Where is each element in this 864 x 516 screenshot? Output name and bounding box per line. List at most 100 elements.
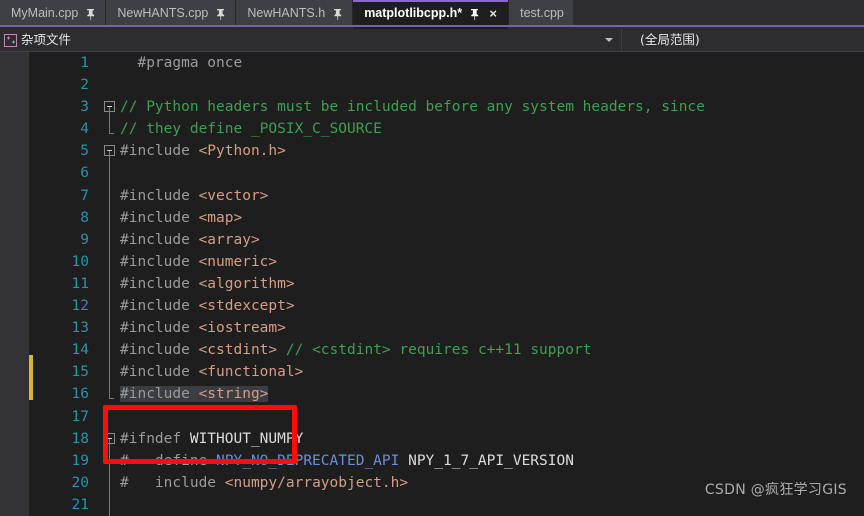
fold-region-line xyxy=(102,162,120,184)
line-number: 16 xyxy=(29,383,102,405)
code-text: #include <map> xyxy=(120,207,864,229)
code-line[interactable]: 4// they define _POSIX_C_SOURCE xyxy=(29,118,864,140)
line-number: 11 xyxy=(29,273,102,295)
code-text: #include <stdexcept> xyxy=(120,295,864,317)
code-line[interactable]: 5 #include <Python.h> xyxy=(29,140,864,162)
code-token: #ifndef xyxy=(120,431,190,447)
scope-dropdown[interactable]: 杂项文件 xyxy=(0,29,622,51)
code-line[interactable]: 17 xyxy=(29,406,864,428)
line-number: 12 xyxy=(29,295,102,317)
code-token: <vector> xyxy=(199,188,269,204)
code-line[interactable]: 7 #include <vector> xyxy=(29,185,864,207)
code-token: <Python.h> xyxy=(199,143,286,159)
code-text: #include <cstdint> // <cstdint> requires… xyxy=(120,339,864,361)
csdn-watermark: CSDN @疯狂学习GIS xyxy=(705,479,847,499)
member-dropdown[interactable]: (全局范围) xyxy=(622,29,864,51)
code-line[interactable]: 8#include <map> xyxy=(29,207,864,229)
code-line[interactable]: 19# define NPY_NO_DEPRECATED_API NPY_1_7… xyxy=(29,450,864,472)
code-text: #include <iostream> xyxy=(120,317,864,339)
tab-label: test.cpp xyxy=(520,7,564,20)
code-line[interactable]: 6 xyxy=(29,162,864,184)
close-icon[interactable]: × xyxy=(487,8,499,20)
fold-collapse-icon[interactable] xyxy=(102,428,120,450)
tab-matplotlibcpp-h[interactable]: matplotlibcpp.h* × xyxy=(353,0,509,27)
code-token: #include xyxy=(120,143,199,159)
pin-icon[interactable] xyxy=(215,8,226,20)
editor-navigation-bar: 杂项文件 (全局范围) xyxy=(0,29,864,52)
fold-collapse-icon[interactable] xyxy=(102,96,120,118)
code-line[interactable]: 2 xyxy=(29,74,864,96)
code-text: #pragma once xyxy=(120,52,864,74)
code-token: NPY_NO_DEPRECATED_API xyxy=(216,453,408,469)
tab-mymain-cpp[interactable]: MyMain.cpp xyxy=(0,0,106,27)
code-token: #include xyxy=(120,276,199,292)
pin-icon[interactable] xyxy=(332,8,343,20)
code-token: # define xyxy=(120,453,216,469)
code-token: <numeric> xyxy=(199,254,278,270)
fold-region-line xyxy=(102,472,120,494)
line-number: 15 xyxy=(29,361,102,383)
indicator-margin[interactable] xyxy=(0,52,29,516)
code-token: #include xyxy=(120,364,199,380)
chevron-down-icon[interactable] xyxy=(605,38,613,42)
line-number: 13 xyxy=(29,317,102,339)
code-token: <iostream> xyxy=(199,320,286,336)
line-number: 5 xyxy=(29,140,102,162)
code-line[interactable]: 10#include <numeric> xyxy=(29,251,864,273)
fold-margin-empty xyxy=(102,52,120,74)
code-token: #include xyxy=(120,342,199,358)
code-text: # define NPY_NO_DEPRECATED_API NPY_1_7_A… xyxy=(120,450,864,472)
fold-collapse-icon[interactable] xyxy=(102,140,120,162)
code-line[interactable]: 1 #pragma once xyxy=(29,52,864,74)
code-line[interactable]: 9#include <array> xyxy=(29,229,864,251)
member-dropdown-label: (全局范围) xyxy=(640,34,700,47)
line-number: 20 xyxy=(29,472,102,494)
pin-icon[interactable] xyxy=(469,8,480,20)
pin-icon[interactable] xyxy=(85,8,96,20)
fold-region-line xyxy=(102,229,120,251)
code-text: #include <Python.h> xyxy=(120,140,864,162)
code-line[interactable]: 3// Python headers must be included befo… xyxy=(29,96,864,118)
line-number: 3 xyxy=(29,96,102,118)
code-editor[interactable]: 1 #pragma once23// Python headers must b… xyxy=(0,52,864,516)
code-token: <functional> xyxy=(199,364,304,380)
tab-newhants-cpp[interactable]: NewHANTS.cpp xyxy=(106,0,236,27)
code-line[interactable]: 13 #include <iostream> xyxy=(29,317,864,339)
fold-region-line xyxy=(102,361,120,383)
tab-newhants-h[interactable]: NewHANTS.h xyxy=(236,0,353,27)
code-token: #include xyxy=(120,254,199,270)
code-token: <cstdint> xyxy=(199,342,286,358)
fold-region-end-icon xyxy=(102,118,120,140)
code-text: #include <functional> xyxy=(120,361,864,383)
code-line[interactable]: 12 #include <stdexcept> xyxy=(29,295,864,317)
tab-label: NewHANTS.cpp xyxy=(117,7,208,20)
code-token: WITHOUT_NUMPY xyxy=(190,431,304,447)
code-token: #pragma once xyxy=(120,55,242,71)
line-number: 14 xyxy=(29,339,102,361)
tab-label: matplotlibcpp.h* xyxy=(364,7,462,20)
code-line[interactable]: 11#include <algorithm> xyxy=(29,273,864,295)
code-token: #include xyxy=(120,188,199,204)
line-number: 17 xyxy=(29,406,102,428)
line-number: 6 xyxy=(29,162,102,184)
code-token: #include xyxy=(120,320,199,336)
code-text: #include <numeric> xyxy=(120,251,864,273)
code-token: <stdexcept> xyxy=(199,298,295,314)
code-token: // they define _POSIX_C_SOURCE xyxy=(120,121,382,137)
code-text-area[interactable]: 1 #pragma once23// Python headers must b… xyxy=(29,52,864,516)
line-number: 18 xyxy=(29,428,102,450)
code-line[interactable]: 15 #include <functional> xyxy=(29,361,864,383)
code-token: <array> xyxy=(199,232,260,248)
code-line[interactable]: 16#include <string> xyxy=(29,383,864,405)
code-token: NPY_1_7_API_VERSION xyxy=(408,453,574,469)
code-line[interactable]: 18 #ifndef WITHOUT_NUMPY xyxy=(29,428,864,450)
code-token: <string> xyxy=(199,386,269,402)
unsaved-change-marker xyxy=(29,355,33,400)
tab-test-cpp[interactable]: test.cpp xyxy=(509,0,573,27)
code-token: // <cstdint> requires c++11 support xyxy=(286,342,592,358)
fold-region-line xyxy=(102,185,120,207)
code-line[interactable]: 14 #include <cstdint> // <cstdint> requir… xyxy=(29,339,864,361)
line-number: 2 xyxy=(29,74,102,96)
scope-dropdown-label: 杂项文件 xyxy=(21,34,71,47)
line-number: 7 xyxy=(29,185,102,207)
